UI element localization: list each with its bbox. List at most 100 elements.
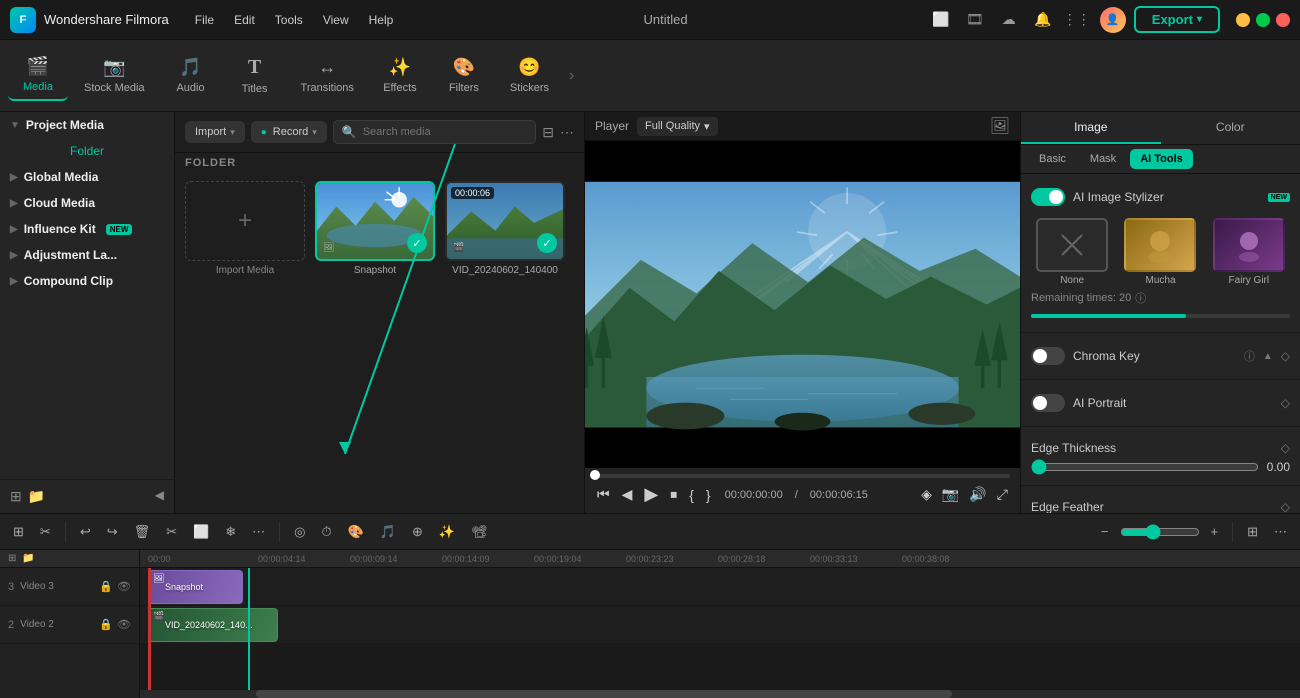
- influence-kit-header[interactable]: ▶ Influence Kit NEW: [0, 216, 174, 242]
- add-track-icon[interactable]: ⊞: [8, 553, 16, 564]
- import-icon[interactable]: 📁: [28, 488, 45, 505]
- collapse-panel-icon[interactable]: ◀: [155, 488, 164, 505]
- menu-file[interactable]: File: [187, 9, 222, 31]
- compound-clip-header[interactable]: ▶ Compound Clip: [0, 268, 174, 294]
- edge-feather-reset-icon[interactable]: ◇: [1281, 500, 1290, 513]
- tab-stickers[interactable]: 😊 Stickers: [498, 51, 561, 100]
- motion-track-button[interactable]: ◎: [289, 521, 310, 543]
- edge-thickness-reset-icon[interactable]: ◇: [1281, 441, 1290, 455]
- ai-tools-button[interactable]: ✨: [434, 521, 460, 543]
- monitor-icon[interactable]: ⬜: [930, 9, 952, 31]
- freeze-frame-button[interactable]: ❄: [220, 521, 241, 543]
- avatar[interactable]: 👤: [1100, 7, 1126, 33]
- video-thumbnail[interactable]: 00:00:06 ✓ 🎬: [445, 181, 565, 261]
- chroma-key-reset-icon[interactable]: ◇: [1281, 349, 1290, 363]
- add-track2-icon[interactable]: 📁: [22, 553, 34, 564]
- cut-button[interactable]: ✂: [161, 521, 182, 543]
- scene-detect-button[interactable]: 📽: [466, 521, 493, 543]
- fullscreen-button[interactable]: ⤢: [995, 484, 1010, 505]
- timeline-scrollbar-thumb[interactable]: [256, 690, 952, 698]
- stabilize-button[interactable]: ⊕: [407, 521, 428, 543]
- menu-edit[interactable]: Edit: [226, 9, 263, 31]
- film-icon[interactable]: 🎞: [964, 9, 986, 31]
- ai-stylizer-toggle[interactable]: [1031, 188, 1065, 206]
- folder-item[interactable]: Folder: [0, 138, 174, 164]
- maximize-button[interactable]: [1256, 13, 1270, 27]
- quality-select[interactable]: Full Quality ▾: [637, 117, 718, 136]
- snapshot-thumbnail[interactable]: ✓ 🖼: [315, 181, 435, 261]
- more-options-icon[interactable]: ⋯: [560, 124, 574, 141]
- minimize-button[interactable]: [1236, 13, 1250, 27]
- tab-transitions[interactable]: ↔ Transitions: [289, 51, 366, 100]
- snapshot-clip[interactable]: 🖼 Snapshot: [148, 570, 243, 604]
- style-none[interactable]: None: [1031, 218, 1113, 286]
- play-button[interactable]: ▶: [642, 482, 660, 507]
- more-tools-button[interactable]: ⋯: [247, 521, 270, 543]
- tab-stock-media[interactable]: 📷 Stock Media: [72, 51, 157, 100]
- video3-eye-icon[interactable]: 👁: [117, 580, 131, 593]
- cloud-upload-icon[interactable]: ☁: [998, 9, 1020, 31]
- tab-filters[interactable]: 🎨 Filters: [434, 51, 494, 100]
- tab-titles[interactable]: T Titles: [225, 50, 285, 101]
- ai-portrait-toggle[interactable]: [1031, 394, 1065, 412]
- tab-image[interactable]: Image: [1021, 112, 1161, 144]
- edge-thickness-slider[interactable]: [1031, 459, 1259, 475]
- tab-audio[interactable]: 🎵 Audio: [161, 51, 221, 100]
- video2-lock-icon[interactable]: 🔒: [99, 618, 113, 631]
- chroma-key-toggle[interactable]: [1031, 347, 1065, 365]
- color-match-button[interactable]: 🎨: [343, 521, 369, 543]
- snapshot-button[interactable]: 📷: [940, 484, 961, 505]
- ripple-delete-icon[interactable]: ✂: [35, 521, 56, 543]
- chroma-key-expand-icon[interactable]: ▲: [1263, 351, 1273, 362]
- delete-button[interactable]: 🗑: [129, 521, 156, 543]
- record-button[interactable]: ● Record ▾: [251, 121, 327, 143]
- video2-eye-icon[interactable]: 👁: [117, 618, 131, 631]
- style-mucha[interactable]: Mucha: [1119, 218, 1201, 286]
- cloud-media-header[interactable]: ▶ Cloud Media: [0, 190, 174, 216]
- menu-help[interactable]: Help: [361, 9, 402, 31]
- sub-tab-ai-tools[interactable]: AI Tools: [1130, 149, 1193, 169]
- undo-button[interactable]: ↩: [75, 521, 96, 543]
- stop-button[interactable]: ⏹: [668, 484, 679, 505]
- import-media-button[interactable]: +: [185, 181, 305, 261]
- grid-icon[interactable]: ⋮⋮: [1066, 9, 1088, 31]
- sub-tab-basic[interactable]: Basic: [1029, 149, 1076, 169]
- timeline-scrollbar[interactable]: [140, 690, 1300, 698]
- global-media-header[interactable]: ▶ Global Media: [0, 164, 174, 190]
- project-media-header[interactable]: ▼ Project Media: [0, 112, 174, 138]
- progress-bar[interactable]: [595, 474, 1010, 478]
- zoom-slider[interactable]: [1120, 524, 1200, 540]
- redo-button[interactable]: ↪: [102, 521, 123, 543]
- step-back-button[interactable]: ◀: [620, 484, 635, 505]
- ai-portrait-reset-icon[interactable]: ◇: [1281, 396, 1290, 410]
- volume-button[interactable]: 🔊: [967, 484, 988, 505]
- filter-icon[interactable]: ⊟: [542, 124, 554, 141]
- tab-effects[interactable]: ✨ Effects: [370, 51, 430, 100]
- mark-in-button[interactable]: {: [687, 485, 696, 505]
- layout-button[interactable]: ⊞: [1242, 521, 1263, 543]
- video3-lock-icon[interactable]: 🔒: [99, 580, 113, 593]
- audio-sync-button[interactable]: 🎵: [375, 521, 401, 543]
- settings-button[interactable]: ⋯: [1269, 521, 1292, 543]
- zoom-in-button[interactable]: +: [1206, 521, 1224, 542]
- zoom-out-button[interactable]: −: [1096, 521, 1114, 542]
- export-button[interactable]: Export ▾: [1134, 6, 1220, 33]
- crop-button[interactable]: ⬜: [188, 521, 214, 543]
- tab-media[interactable]: 🎬 Media: [8, 50, 68, 101]
- toolbar-more-arrow[interactable]: ›: [569, 67, 574, 85]
- chroma-key-info-icon[interactable]: ⓘ: [1244, 348, 1255, 364]
- menu-tools[interactable]: Tools: [267, 9, 311, 31]
- bell-icon[interactable]: 🔔: [1032, 9, 1054, 31]
- mark-out-button[interactable]: }: [704, 485, 713, 505]
- adjustment-layer-header[interactable]: ▶ Adjustment La...: [0, 242, 174, 268]
- add-marker-button[interactable]: ◈: [919, 484, 934, 505]
- video-clip[interactable]: 🎬 VID_20240602_140...: [148, 608, 278, 642]
- tab-color[interactable]: Color: [1161, 112, 1300, 144]
- style-fairy-girl[interactable]: Fairy Girl: [1208, 218, 1290, 286]
- split-icon[interactable]: ⊞: [8, 521, 29, 543]
- skip-back-button[interactable]: ⏮: [595, 484, 612, 505]
- sub-tab-mask[interactable]: Mask: [1080, 149, 1126, 169]
- add-folder-icon[interactable]: ⊞: [10, 488, 22, 505]
- close-button[interactable]: [1276, 13, 1290, 27]
- import-button[interactable]: Import ▾: [185, 121, 245, 143]
